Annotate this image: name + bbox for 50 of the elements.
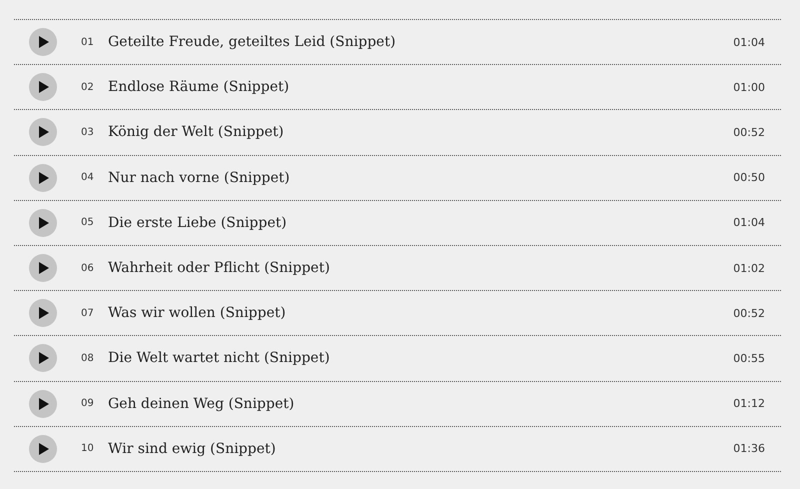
play-button[interactable] xyxy=(29,390,57,418)
track-number: 03 xyxy=(81,126,95,138)
track-duration: 00:52 xyxy=(733,126,765,139)
track-duration: 01:12 xyxy=(733,397,765,410)
track-duration: 01:04 xyxy=(733,36,765,49)
track-number: 06 xyxy=(81,262,95,274)
track-duration: 01:36 xyxy=(733,442,765,456)
play-icon xyxy=(38,398,48,410)
track-title: Endlose Räume (Snippet) xyxy=(108,79,290,96)
play-button[interactable] xyxy=(29,73,57,102)
track-title: Geh deinen Weg (Snippet) xyxy=(108,396,296,412)
track-number: 10 xyxy=(81,443,95,454)
track-number: 02 xyxy=(81,82,95,93)
track-duration: 00:55 xyxy=(733,352,765,365)
track-number: 08 xyxy=(81,352,95,364)
track-duration: 00:52 xyxy=(733,306,765,320)
play-icon xyxy=(38,442,48,455)
track-title: Die Welt wartet nicht (Snippet) xyxy=(108,350,331,366)
track-title: Wir sind ewig (Snippet) xyxy=(108,440,277,457)
play-icon xyxy=(38,216,48,229)
play-icon xyxy=(38,81,48,94)
track-title: Wahrheit oder Pflicht (Snippet) xyxy=(108,260,331,276)
track-number: 05 xyxy=(81,217,95,228)
track-duration: 01:04 xyxy=(733,216,765,230)
track-number: 09 xyxy=(81,398,95,410)
track-title: Was wir wollen (Snippet) xyxy=(108,305,287,322)
track-title: König der Welt (Snippet) xyxy=(108,124,285,140)
play-button[interactable] xyxy=(29,299,57,328)
track-duration: 01:02 xyxy=(733,262,765,275)
play-icon xyxy=(38,36,48,48)
track-title: Geteilte Freude, geteiltes Leid (Snippet) xyxy=(108,34,397,50)
play-icon xyxy=(38,172,48,184)
play-icon xyxy=(38,262,48,274)
track-duration: 00:50 xyxy=(733,171,765,184)
track-number: 01 xyxy=(81,36,95,48)
track-number: 04 xyxy=(81,172,95,184)
play-icon xyxy=(38,307,48,320)
play-icon xyxy=(38,126,48,138)
track-duration: 01:00 xyxy=(733,80,765,94)
play-icon xyxy=(38,352,48,364)
play-button[interactable] xyxy=(29,208,57,237)
play-button[interactable] xyxy=(29,434,57,463)
track-title: Nur nach vorne (Snippet) xyxy=(108,170,291,186)
play-button[interactable] xyxy=(29,118,57,146)
play-button[interactable] xyxy=(29,28,57,56)
track-title: Die erste Liebe (Snippet) xyxy=(108,214,288,231)
play-button[interactable] xyxy=(29,254,57,282)
track-number: 07 xyxy=(81,308,95,319)
play-button[interactable] xyxy=(29,164,57,192)
play-button[interactable] xyxy=(29,344,57,372)
